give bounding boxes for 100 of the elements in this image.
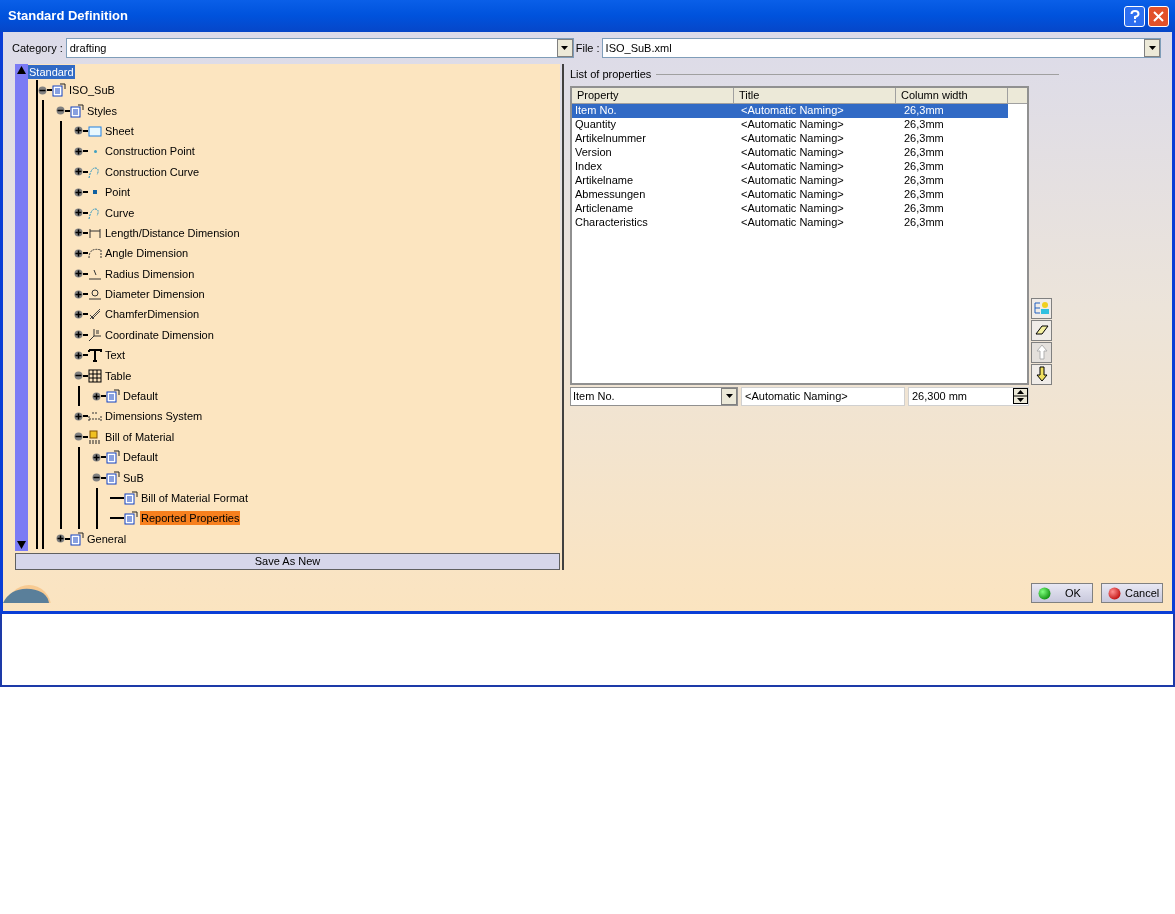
table-row[interactable]: Artikelnummer <Automatic Naming> 26,3mm — [572, 131, 1008, 146]
scroll-down-icon[interactable] — [15, 539, 28, 551]
expand-icon[interactable] — [74, 289, 83, 299]
expand-icon[interactable] — [92, 391, 101, 401]
expand-icon[interactable] — [74, 228, 83, 238]
dropdown-button[interactable] — [721, 387, 737, 405]
curve-icon — [88, 164, 102, 179]
file-dropdown[interactable]: ISO_SuB.xml — [601, 38, 1161, 58]
coordinate-dimension-icon — [88, 327, 102, 342]
table-cell-text: Index — [574, 159, 603, 175]
property-dropdown[interactable]: Item No. — [570, 386, 738, 406]
expand-icon[interactable] — [56, 534, 65, 544]
table-cell-text: Quantity — [574, 117, 617, 133]
dot-icon — [93, 149, 97, 153]
expand-icon[interactable] — [74, 350, 83, 360]
expand-icon[interactable] — [92, 452, 101, 462]
ok-button[interactable]: OK — [1031, 583, 1093, 603]
expand-icon[interactable] — [74, 248, 83, 258]
document-icon — [70, 103, 84, 118]
tree-item[interactable]: Default — [122, 389, 159, 404]
angle-dimension-icon — [88, 246, 102, 261]
table-cell-text: <Automatic Naming> — [740, 159, 845, 175]
table-row[interactable]: Artikelname <Automatic Naming> 26,3mm — [572, 173, 1008, 188]
column-header[interactable]: Property — [572, 87, 734, 104]
dropdown-button[interactable] — [1144, 39, 1160, 57]
table-cell-text: 26,3mm — [903, 131, 945, 147]
collapse-icon[interactable] — [74, 371, 83, 381]
tree-item[interactable]: Radius Dimension — [104, 266, 196, 281]
tree-item[interactable]: Construction Curve — [104, 164, 201, 179]
scroll-bar[interactable] — [15, 64, 28, 551]
collapse-icon[interactable] — [74, 432, 83, 442]
document-icon — [124, 491, 138, 505]
tree-item[interactable]: Point — [104, 185, 132, 200]
tree-item[interactable]: SuB — [122, 470, 145, 485]
save-as-new-button[interactable]: Save As New — [15, 553, 560, 570]
scroll-up-icon[interactable] — [15, 64, 28, 76]
tree-item[interactable]: Curve — [104, 205, 136, 220]
expand-icon[interactable] — [74, 146, 83, 156]
tree-item[interactable]: Length/Distance Dimension — [104, 225, 241, 240]
tree-item[interactable]: Construction Point — [104, 144, 196, 159]
down-arrow-icon — [1035, 366, 1048, 382]
help-button[interactable] — [1124, 5, 1145, 27]
tree-item[interactable]: Coordinate Dimension — [104, 327, 215, 342]
collapse-icon[interactable] — [56, 106, 65, 116]
tree-item[interactable]: Angle Dimension — [104, 246, 190, 261]
expand-icon[interactable] — [74, 330, 83, 340]
tree-item[interactable]: ChamferDimension — [104, 307, 201, 322]
expand-icon[interactable] — [74, 310, 83, 319]
tree-item[interactable]: Text — [104, 348, 127, 363]
table-row[interactable]: Index <Automatic Naming> 26,3mm — [572, 159, 1008, 174]
table-row[interactable]: Characteristics <Automatic Naming> 26,3mm — [572, 215, 1008, 230]
tree-item[interactable]: General — [86, 531, 128, 546]
document-icon — [70, 531, 84, 546]
tree-item[interactable]: Reported Properties — [140, 511, 241, 526]
group-title: List of properties — [570, 67, 652, 82]
title-field[interactable]: <Automatic Naming> — [741, 386, 905, 406]
tree-item[interactable]: Dimensions System — [104, 409, 204, 424]
header-filler — [1008, 87, 1027, 104]
expand-icon[interactable] — [74, 126, 83, 136]
up-arrow-icon — [1035, 344, 1048, 360]
tree-item[interactable]: Diameter Dimension — [104, 287, 206, 302]
table-row[interactable]: Version <Automatic Naming> 26,3mm — [572, 145, 1008, 160]
spinner-icon[interactable] — [1013, 388, 1028, 404]
table-row[interactable]: Quantity <Automatic Naming> 26,3mm — [572, 117, 1008, 132]
expand-icon[interactable] — [74, 411, 83, 421]
column-header[interactable]: Column width — [896, 87, 1008, 104]
caret-icon — [561, 46, 569, 50]
table-row[interactable]: Abmessungen <Automatic Naming> 26,3mm — [572, 187, 1008, 202]
collapse-icon[interactable] — [38, 85, 47, 95]
tree-item[interactable]: Bill of Material Format — [140, 491, 249, 505]
table-cell-text: <Automatic Naming> — [740, 201, 845, 217]
table-row[interactable]: Articlename <Automatic Naming> 26,3mm — [572, 201, 1008, 216]
tree-item[interactable]: Bill of Material — [104, 429, 176, 444]
dropdown-button[interactable] — [556, 39, 573, 57]
document-icon — [106, 389, 120, 404]
table-cell-text: Characteristics — [574, 215, 649, 231]
close-button[interactable] — [1148, 5, 1169, 27]
caret-icon — [1148, 46, 1156, 50]
expand-icon[interactable] — [74, 208, 83, 218]
table-cell-text: Item No. — [574, 103, 618, 119]
tree-item[interactable]: ISO_SuB — [68, 83, 116, 98]
table-cell-text: <Automatic Naming> — [740, 215, 845, 231]
tree-item[interactable]: Standard — [28, 65, 75, 79]
category-dropdown[interactable]: drafting — [65, 38, 574, 58]
tree-item[interactable]: Styles — [86, 103, 118, 118]
column-header[interactable]: Title — [734, 87, 896, 104]
expand-icon[interactable] — [74, 269, 83, 279]
expand-icon[interactable] — [74, 167, 83, 177]
tree-item[interactable]: Table — [104, 368, 133, 383]
table-cell-text: Artikelname — [574, 173, 635, 189]
tool-button[interactable] — [1031, 319, 1052, 341]
window-title: Standard Definition — [8, 7, 128, 26]
width-spin-field[interactable]: 26,300 mm — [908, 386, 1029, 406]
tree-item[interactable]: Sheet — [104, 123, 135, 138]
caret-icon — [725, 394, 733, 398]
tree-item[interactable]: Default — [122, 450, 159, 465]
cancel-button[interactable]: Cancel — [1101, 583, 1163, 603]
expand-icon[interactable] — [74, 187, 83, 197]
tool-button[interactable] — [1031, 363, 1052, 385]
collapse-icon[interactable] — [92, 473, 101, 483]
